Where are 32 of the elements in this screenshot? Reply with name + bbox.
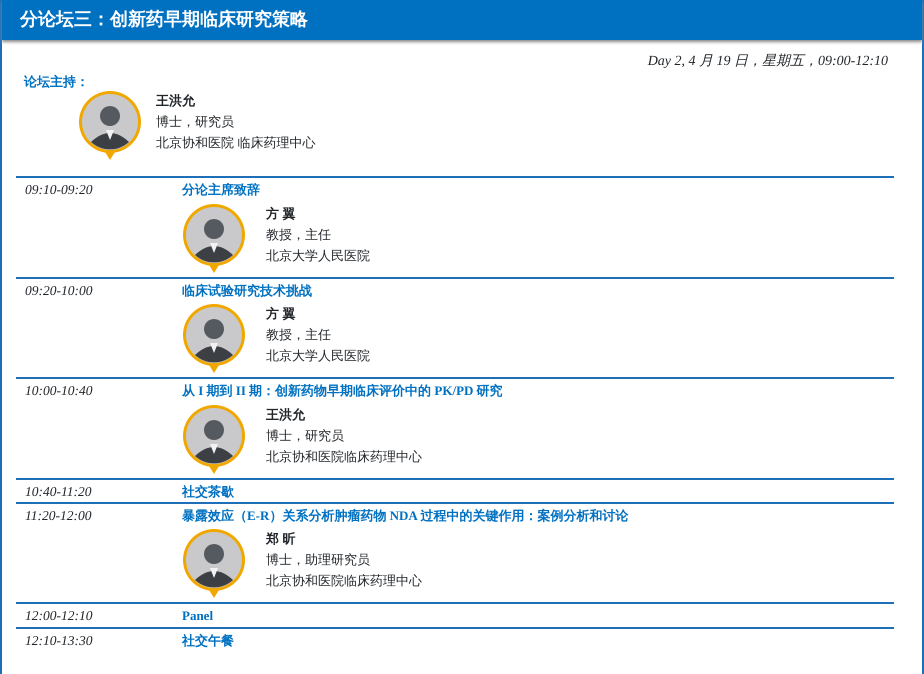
speaker-name: 郑 昕 xyxy=(266,530,296,548)
speaker-affiliation: 北京协和医院临床药理中心 xyxy=(266,572,422,590)
session-time: 12:00-12:10 xyxy=(25,608,92,624)
speaker-title: 教授，主任 xyxy=(266,326,332,344)
session-time: 09:20-10:00 xyxy=(25,282,92,298)
speaker-affiliation: 北京协和医院临床药理中心 xyxy=(266,448,422,466)
moderator-label: 论坛主持： xyxy=(24,74,89,89)
speaker-title: 博士，研究员 xyxy=(156,113,235,131)
speaker-name: 方 翼 xyxy=(266,305,296,323)
header-bar: 分论坛三：创新药早期临床研究策略 xyxy=(2,0,922,40)
session-title: 临床试验研究技术挑战 xyxy=(182,282,313,300)
speaker-name: 王洪允 xyxy=(156,92,196,110)
speaker-affiliation: 北京大学人民医院 xyxy=(266,347,370,365)
session-title: 社交茶歇 xyxy=(182,482,235,500)
session-title: 暴露效应（E-R）关系分析肿瘤药物 NDA 过程中的关键作用：案例分析和讨论 xyxy=(182,506,630,525)
session-title: 从 I 期到 II 期：创新药物早期临床评价中的 PK/PD 研究 xyxy=(182,382,504,400)
session-title: 社交午餐 xyxy=(182,632,235,650)
session-time: 09:10-09:20 xyxy=(25,182,92,197)
session-time: 10:00-10:40 xyxy=(25,383,92,398)
speaker-name: 王洪允 xyxy=(266,406,306,424)
speaker-title: 教授，主任 xyxy=(266,226,332,244)
speaker-name: 方 翼 xyxy=(266,204,296,222)
session-date: Day 2, 4 月 19 日，星期五，09:00-12:10 xyxy=(648,54,888,69)
speaker-affiliation: 北京大学人民医院 xyxy=(266,246,370,264)
speaker-title: 博士，研究员 xyxy=(266,426,345,444)
session-time: 11:20-12:00 xyxy=(25,508,92,523)
session-title: Panel xyxy=(182,607,214,626)
session-title: 分论主席致辞 xyxy=(182,181,261,199)
session-time: 10:40-11:20 xyxy=(25,484,92,498)
speaker-title: 博士，助理研究员 xyxy=(266,551,371,570)
speaker-affiliation: 北京协和医院 临床药理中心 xyxy=(156,134,316,152)
session-time: 12:10-13:30 xyxy=(25,632,92,648)
